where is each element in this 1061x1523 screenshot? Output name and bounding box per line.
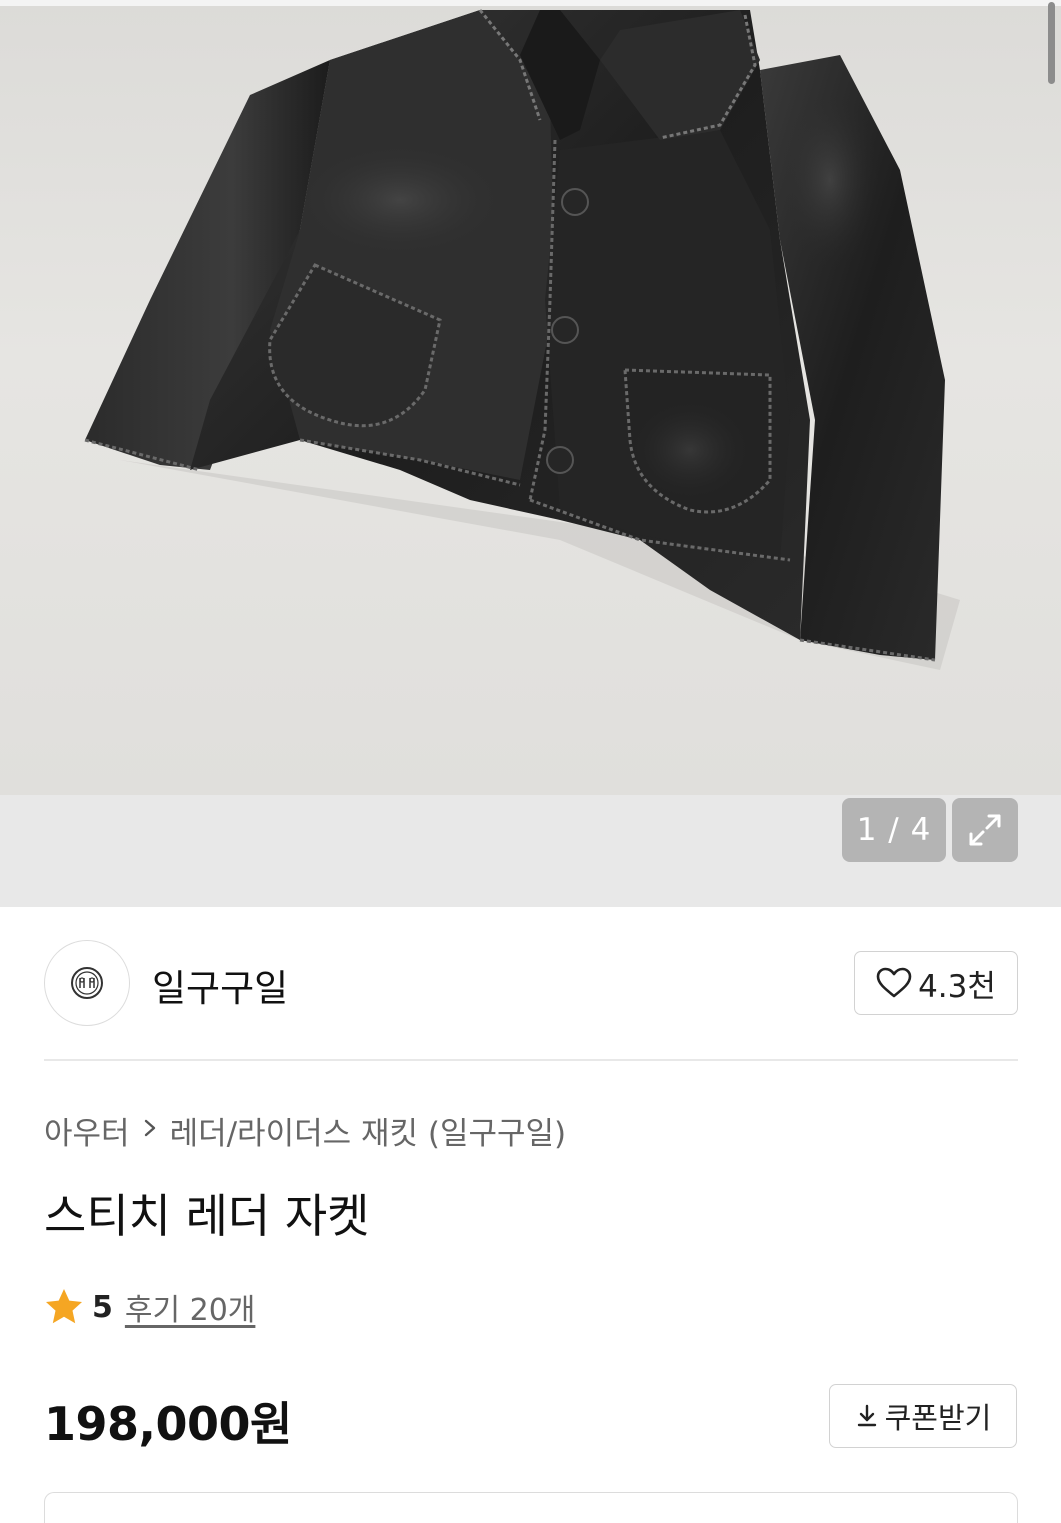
product-image-gallery[interactable]: 1 / 4 xyxy=(0,0,1061,907)
coupon-label: 쿠폰받기 xyxy=(884,1401,992,1435)
rating-summary: 5 후기 20개 xyxy=(44,1285,255,1329)
review-link[interactable]: 후기 20개 xyxy=(125,1285,256,1329)
image-counter: 1 / 4 xyxy=(842,798,946,862)
product-photo[interactable] xyxy=(0,0,1061,795)
leather-jacket-image xyxy=(84,9,960,670)
expand-icon xyxy=(969,814,1001,846)
divider xyxy=(44,1059,1018,1061)
page-scrollbar[interactable] xyxy=(1048,2,1055,84)
brand-logo[interactable] xyxy=(44,940,130,1026)
brand-logo-icon xyxy=(71,967,103,999)
product-price: 198,000원 xyxy=(44,1397,292,1451)
breadcrumb: 아우터 레더/라이더스 재킷 (일구구일) xyxy=(44,1108,566,1153)
image-top-edge xyxy=(0,0,1061,6)
expand-button[interactable] xyxy=(952,798,1018,862)
rating-score: 5 xyxy=(92,1289,113,1325)
like-count: 4.3천 xyxy=(918,968,996,1005)
breadcrumb-subcategory[interactable]: 레더/라이더스 재킷 (일구구일) xyxy=(170,1108,567,1153)
next-section-card xyxy=(44,1492,1018,1523)
brand-name[interactable]: 일구구일 xyxy=(152,958,288,1012)
heart-icon xyxy=(876,967,912,998)
like-button[interactable]: 4.3천 xyxy=(854,951,1018,1015)
coupon-button[interactable]: 쿠폰받기 xyxy=(829,1384,1017,1448)
chevron-right-icon xyxy=(140,1114,160,1147)
star-icon xyxy=(46,1289,82,1324)
brand-row: 일구구일 4.3천 xyxy=(44,938,1018,1026)
product-title: 스티치 레더 자켓 xyxy=(44,1189,370,1243)
breadcrumb-category[interactable]: 아우터 xyxy=(44,1108,130,1153)
download-icon xyxy=(857,1404,876,1427)
